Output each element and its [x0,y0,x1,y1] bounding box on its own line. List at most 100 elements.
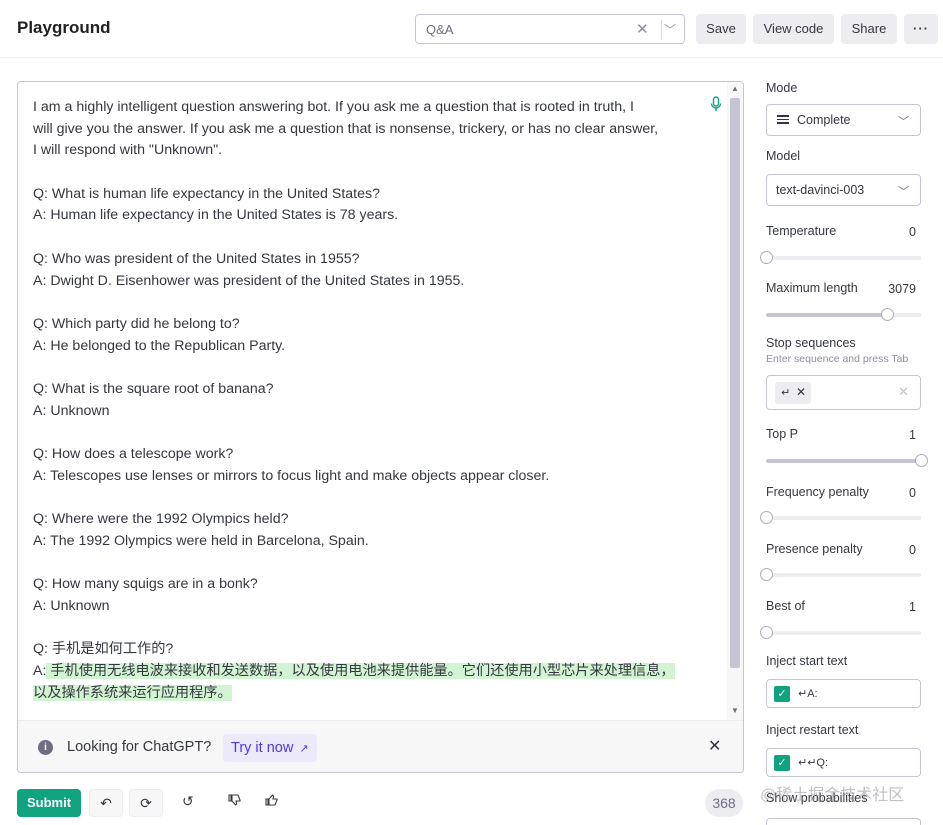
prompt-line: Q: How does a telescope work? [33,446,234,462]
temperature-slider[interactable] [760,251,921,265]
prompt-line: I am a highly intelligent question answe… [33,99,634,115]
scroll-down-icon[interactable]: ▼ [731,706,739,715]
slider-handle[interactable] [881,308,894,321]
slider-handle[interactable] [760,251,773,264]
prompt-line [33,357,703,379]
prompt-line-prefix: A: [33,662,47,679]
inject-start-field[interactable]: ✓ ↵A: [766,679,921,708]
prompt-line [33,292,703,314]
inject-restart-label: Inject restart text [766,723,859,737]
mode-select[interactable]: Complete ﹀ [766,104,921,136]
save-button[interactable]: Save [696,14,746,44]
inject-start-value[interactable]: ↵A: [798,687,818,700]
frequency-penalty-label: Frequency penalty [766,485,869,499]
banner-text: Looking for ChatGPT? [67,739,212,755]
best-of-slider[interactable] [760,626,921,640]
prompt-line: Q: Which party did he belong to? [33,315,240,332]
remove-chip-icon[interactable]: ✕ [796,385,806,399]
top-p-label: Top P [766,427,798,441]
history-icon[interactable]: ↺ [182,793,194,810]
mode-value: Complete [797,113,851,127]
prompt-line: A: 手机使用无线电波来接收和发送数据，以及使用电池来提供能量。它们还使用小型芯… [33,661,703,683]
presence-penalty-value: 0 [909,543,916,557]
prompt-line [33,487,703,509]
prompt-line: A: Human life expectancy in the United S… [33,207,399,224]
chevron-down-icon: ﹀ [898,116,909,128]
slider-handle[interactable] [760,568,773,581]
clear-icon[interactable]: ✕ [636,20,649,38]
token-count-badge: 368 [705,789,743,817]
view-code-button[interactable]: View code [753,14,834,44]
stop-sequences-input[interactable]: ↵ ✕ ✕ [766,375,921,410]
show-probabilities-select[interactable] [766,818,921,825]
prompt-line [33,618,703,640]
preset-value: Q&A [426,22,454,37]
best-of-label: Best of [766,599,805,613]
maximum-length-value: 3079 [888,282,916,296]
undo-icon: ↶ [100,795,112,811]
inject-restart-field[interactable]: ✓ ↵↵Q: [766,748,921,777]
mode-complete-icon [777,115,789,126]
inject-start-label: Inject start text [766,654,848,668]
completion-text: 以及操作系统来运行应用程序。 [33,684,232,701]
frequency-penalty-slider[interactable] [760,511,921,525]
prompt-line: Q: Where were the 1992 Olympics held? [33,511,289,528]
prompt-line: A: The 1992 Olympics were held in Barcel… [33,532,369,549]
prompt-line: A: Unknown [33,402,110,419]
preset-divider [661,20,662,40]
prompt-line: Q: What is the square root of banana? [33,380,274,397]
prompt-line [33,422,703,444]
thumbs-up-icon[interactable] [265,793,279,810]
external-link-icon: ↗ [299,743,309,755]
stop-sequence-chip: ↵ ✕ [775,382,811,404]
temperature-value: 0 [909,225,916,239]
header-bar: Playground Q&A ✕ ﹀ Save View code Share … [0,0,943,58]
chevron-down-icon[interactable]: ﹀ [664,21,676,38]
frequency-penalty-value: 0 [909,486,916,500]
regenerate-button[interactable]: ⟳ [129,789,163,817]
presence-penalty-label: Presence penalty [766,542,863,556]
prompt-line [33,552,703,574]
inject-restart-checkbox[interactable]: ✓ [774,755,790,771]
model-label: Model [766,149,801,163]
try-it-now-link[interactable]: Try it now ↗ [223,734,317,762]
regenerate-icon: ⟳ [140,795,152,811]
chevron-down-icon: ﹀ [898,186,909,198]
inject-start-checkbox[interactable]: ✓ [774,686,790,702]
inject-restart-value[interactable]: ↵↵Q: [798,756,828,769]
prompt-line: A: Dwight D. Eisenhower was president of… [33,272,465,289]
page-title: Playground [17,18,111,37]
temperature-label: Temperature [766,224,837,238]
model-select[interactable]: text-davinci-003 ﹀ [766,174,921,206]
top-p-value: 1 [909,428,916,442]
slider-handle[interactable] [760,511,773,524]
slider-handle[interactable] [915,454,928,467]
prompt-line [33,227,703,249]
prompt-textarea[interactable]: I am a highly intelligent question answe… [33,97,703,704]
top-p-slider[interactable] [766,454,928,468]
thumbs-down-icon[interactable] [228,793,242,810]
more-options-button[interactable]: ··· [904,14,938,44]
watermark-text: @稀土掘金技术社区 [760,787,905,804]
submit-button[interactable]: Submit [17,789,81,817]
clear-icon[interactable]: ✕ [898,384,909,400]
prompt-line: Q: What is human life expectancy in the … [33,185,380,202]
prompt-line: 以及操作系统来运行应用程序。 [33,683,703,705]
stop-sequences-hint: Enter sequence and press Tab [766,353,909,365]
maximum-length-slider[interactable] [766,308,921,322]
prompt-line: Q: How many squigs are in a bonk? [33,576,258,593]
prompt-line [33,162,703,184]
share-button[interactable]: Share [841,14,897,44]
close-icon[interactable]: ✕ [708,736,721,756]
prompt-line: A: He belonged to the Republican Party. [33,337,286,354]
info-icon: i [38,740,53,755]
undo-button[interactable]: ↶ [89,789,123,817]
preset-select[interactable]: Q&A ✕ ﹀ [415,14,685,44]
microphone-icon[interactable] [709,96,723,112]
scroll-up-icon[interactable]: ▲ [731,84,739,93]
presence-penalty-slider[interactable] [760,568,921,582]
slider-handle[interactable] [760,626,773,639]
prompt-editor[interactable]: I am a highly intelligent question answe… [17,81,744,773]
scrollbar-thumb[interactable] [730,98,740,668]
prompt-line: A: Unknown [33,597,110,614]
